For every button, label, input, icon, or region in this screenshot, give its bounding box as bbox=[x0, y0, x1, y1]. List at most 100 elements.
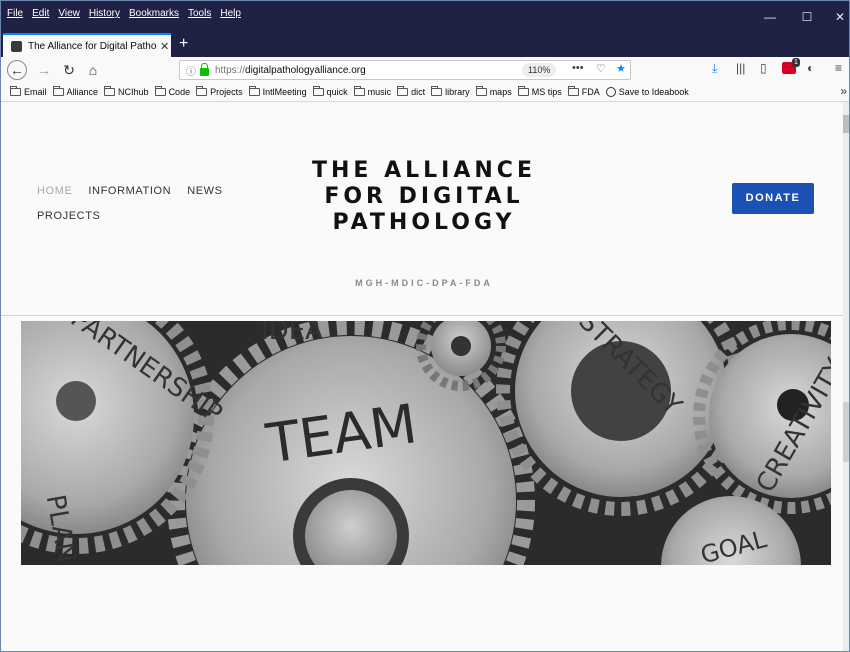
close-tab-icon[interactable]: ✕ bbox=[160, 40, 169, 53]
bookmark-label: music bbox=[367, 87, 392, 97]
folder-icon bbox=[196, 86, 208, 96]
zoom-indicator[interactable]: 110% bbox=[522, 63, 557, 77]
bookmark-label: maps bbox=[489, 87, 512, 97]
browser-window: File Edit View History Bookmarks Tools H… bbox=[0, 0, 850, 652]
pocket-icon[interactable]: ♡ bbox=[596, 62, 606, 75]
site-tagline: MGH-MDIC-DPA-FDA bbox=[355, 278, 493, 288]
folder-icon bbox=[10, 86, 21, 96]
bookmark-intlmeeting[interactable]: IntlMeeting bbox=[248, 86, 307, 97]
scrollbar-thumb[interactable] bbox=[843, 402, 849, 462]
menu-history[interactable]: History bbox=[89, 8, 120, 19]
bookmark-email[interactable]: Email bbox=[10, 86, 47, 97]
sidebar-icon[interactable]: ▯ bbox=[760, 61, 767, 75]
tab-title: The Alliance for Digital Patholo bbox=[28, 40, 156, 52]
site-title-line-2: FOR DIGITAL bbox=[324, 184, 524, 209]
bookmark-maps[interactable]: maps bbox=[475, 86, 512, 97]
title-bar: File Edit View History Bookmarks Tools H… bbox=[1, 1, 849, 33]
bookmark-quick[interactable]: quick bbox=[312, 86, 348, 97]
reload-button[interactable]: ↻ bbox=[59, 60, 79, 80]
lock-icon bbox=[200, 63, 209, 76]
close-window-button[interactable]: ✕ bbox=[823, 7, 849, 27]
globe-icon bbox=[605, 87, 616, 97]
donate-button[interactable]: DONATE bbox=[732, 183, 814, 214]
bookmark-label: Projects bbox=[210, 87, 243, 97]
bookmark-ncihub[interactable]: NCIhub bbox=[104, 86, 149, 97]
bookmark-label: MS tips bbox=[531, 87, 562, 97]
folder-icon bbox=[517, 86, 529, 96]
menu-bar: File Edit View History Bookmarks Tools H… bbox=[7, 8, 241, 19]
bookmark-ideabook[interactable]: Save to Ideabook bbox=[605, 87, 689, 97]
bookmark-music[interactable]: music bbox=[353, 86, 392, 97]
bookmark-label: quick bbox=[326, 87, 348, 97]
hero-banner-image: TEAM PARTNERSHIP IDEA STRATEGY CREATIVIT… bbox=[21, 321, 831, 565]
bookmark-label: FDA bbox=[581, 87, 600, 97]
site-info-icon[interactable]: ⓘ bbox=[186, 63, 196, 78]
site-title-line-3: PATHOLOGY bbox=[332, 210, 516, 235]
maximize-button[interactable]: ☐ bbox=[790, 7, 824, 27]
back-button[interactable]: ← bbox=[7, 60, 27, 80]
site-title-line-1: THE ALLIANCE bbox=[312, 158, 536, 183]
home-button[interactable]: ⌂ bbox=[83, 60, 103, 80]
addon-badge: 1 bbox=[792, 58, 800, 67]
bookmark-code[interactable]: Code bbox=[154, 86, 191, 97]
bookmark-label: NCIhub bbox=[118, 87, 149, 97]
bookmark-label: library bbox=[445, 87, 470, 97]
bookmark-label: dict bbox=[411, 87, 426, 97]
bookmark-label: IntlMeeting bbox=[262, 87, 307, 97]
folder-icon bbox=[397, 86, 409, 96]
forward-button[interactable]: → bbox=[34, 60, 54, 80]
downloads-icon[interactable]: ⤓ bbox=[712, 61, 717, 76]
bookmark-label: Code bbox=[168, 87, 191, 97]
library-icon[interactable]: ||| bbox=[736, 61, 745, 75]
scrollbar-up-thumb[interactable] bbox=[843, 115, 849, 133]
page-actions-icon[interactable]: ••• bbox=[572, 62, 584, 74]
bookmark-label: Alliance bbox=[66, 87, 99, 97]
banner-word-idea: IDEA bbox=[261, 321, 323, 346]
url-host: digitalpathologyalliance.org bbox=[245, 64, 366, 76]
bookmark-label: Save to Ideabook bbox=[618, 87, 689, 97]
folder-icon bbox=[431, 86, 443, 96]
menu-tools[interactable]: Tools bbox=[188, 8, 211, 19]
nav-toolbar: ← → ↻ ⌂ ⓘ https:// digitalpathologyallia… bbox=[1, 57, 849, 83]
bookmark-label: Email bbox=[24, 87, 47, 97]
folder-icon bbox=[104, 86, 116, 96]
nav-information[interactable]: INFORMATION bbox=[88, 185, 171, 197]
folder-icon bbox=[353, 86, 365, 96]
folder-icon bbox=[52, 86, 64, 96]
new-tab-button[interactable]: + bbox=[179, 34, 188, 54]
bookmark-alliance[interactable]: Alliance bbox=[52, 86, 99, 97]
nav-home[interactable]: HOME bbox=[37, 185, 72, 197]
header-divider bbox=[1, 315, 849, 316]
bookmark-projects[interactable]: Projects bbox=[196, 86, 243, 97]
folder-icon bbox=[312, 86, 324, 96]
page-scrollbar[interactable] bbox=[843, 102, 849, 651]
nav-news[interactable]: NEWS bbox=[187, 185, 222, 197]
site-nav: HOME INFORMATION NEWS PROJECTS bbox=[37, 178, 277, 228]
menu-view[interactable]: View bbox=[58, 8, 80, 19]
menu-bookmarks[interactable]: Bookmarks bbox=[129, 8, 179, 19]
menu-hamburger-icon[interactable]: ≡ bbox=[835, 61, 842, 75]
bookmark-library[interactable]: library bbox=[431, 86, 470, 97]
tab-strip: The Alliance for Digital Patholo ✕ + bbox=[1, 33, 849, 57]
folder-icon bbox=[567, 86, 579, 96]
bookmarks-overflow-icon[interactable]: » bbox=[840, 84, 847, 98]
minimize-button[interactable]: — bbox=[753, 7, 787, 27]
nav-projects[interactable]: PROJECTS bbox=[37, 210, 100, 222]
bookmark-star-icon[interactable]: ★ bbox=[616, 62, 626, 75]
site-title[interactable]: THE ALLIANCE FOR DIGITAL PATHOLOGY bbox=[301, 158, 547, 236]
bookmark-ms-tips[interactable]: MS tips bbox=[517, 86, 562, 97]
menu-edit[interactable]: Edit bbox=[32, 8, 49, 19]
bookmark-dict[interactable]: dict bbox=[397, 86, 426, 97]
address-bar[interactable]: ⓘ https:// digitalpathologyalliance.org … bbox=[179, 60, 631, 80]
site-favicon-icon bbox=[11, 40, 22, 52]
bookmark-fda[interactable]: FDA bbox=[567, 86, 600, 97]
account-icon[interactable]: ◐ bbox=[807, 61, 814, 75]
folder-icon bbox=[475, 86, 487, 96]
menu-help[interactable]: Help bbox=[220, 8, 241, 19]
url-scheme: https:// bbox=[215, 64, 246, 76]
tab-active[interactable]: The Alliance for Digital Patholo ✕ bbox=[3, 33, 171, 57]
web-page: HOME INFORMATION NEWS PROJECTS THE ALLIA… bbox=[1, 102, 849, 651]
folder-icon bbox=[154, 86, 166, 96]
menu-file[interactable]: File bbox=[7, 8, 23, 19]
gears-illustration: TEAM PARTNERSHIP IDEA STRATEGY CREATIVIT… bbox=[21, 321, 831, 565]
